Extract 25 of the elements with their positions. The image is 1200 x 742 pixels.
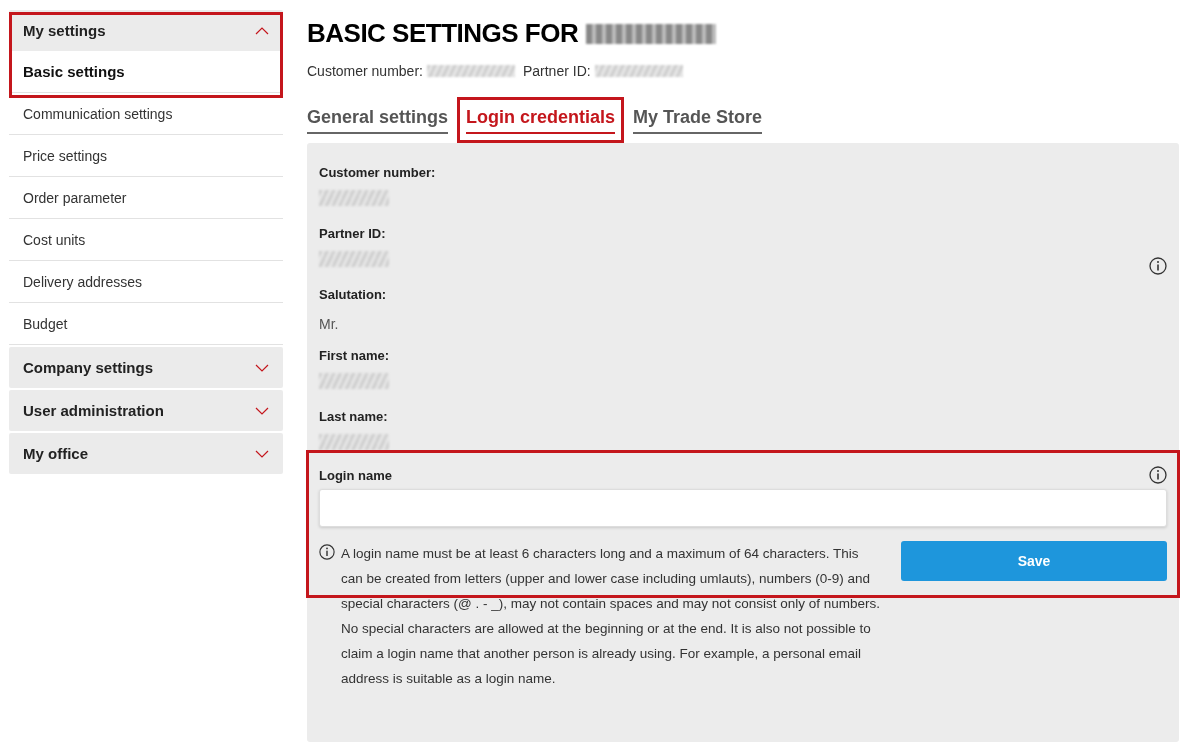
login-name-field[interactable] [319, 489, 1167, 527]
info-icon[interactable] [1149, 257, 1167, 275]
field-label: Customer number: [319, 165, 436, 180]
field-label: Last name: [319, 409, 389, 424]
sidebar-group-header[interactable]: My office [9, 433, 283, 474]
tab[interactable]: My Trade Store [633, 103, 763, 134]
tab[interactable]: General settings [307, 103, 449, 134]
chevron-icon [255, 406, 269, 415]
chevron-icon [255, 26, 269, 35]
info-icon [319, 544, 335, 560]
field-label: Salutation: [319, 287, 388, 302]
tab[interactable]: Login credentials [466, 103, 616, 134]
field-label: Login name [319, 467, 392, 483]
sidebar-group-header[interactable]: User administration [9, 390, 283, 431]
field-label: Partner ID: [319, 226, 387, 241]
chevron-icon [255, 449, 269, 458]
field-value: Mr. [319, 316, 340, 332]
help-text: A login name must be at least 6 characters long and a maximum of 64 characters. This can be created from letters (upper and lower case including umlauts), numbers (0-9) and special characters (@ . - _), may not contain spaces and may not consist only of numbers. No special characters are allowed at the beginning or at the end. It is also not possible to claim a login name that another person is already using. For example, a personal email address is suitable as a login name. [341, 545, 881, 688]
meta-label: Partner ID: [522, 63, 591, 79]
page-title: BASIC SETTINGS FOR [307, 18, 579, 49]
meta-label: Customer number: [307, 63, 423, 79]
info-icon[interactable] [1149, 466, 1167, 484]
chevron-icon [255, 363, 269, 372]
sidebar-group-header[interactable]: Company settings [9, 347, 283, 388]
field-label: First name: [319, 348, 391, 363]
